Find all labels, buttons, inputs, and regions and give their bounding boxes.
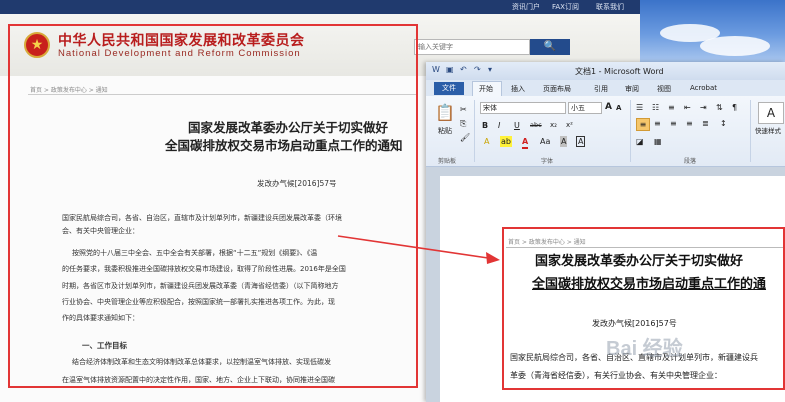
group-separator xyxy=(630,100,631,162)
grow-font-icon[interactable]: A xyxy=(605,102,612,113)
shading-icon[interactable]: ◪ xyxy=(636,136,644,147)
borders-icon[interactable]: ▦ xyxy=(654,136,662,147)
tab-file[interactable]: 文件 xyxy=(434,82,464,95)
tab-insert[interactable]: 插入 xyxy=(511,84,525,94)
clipboard-group-label: 剪贴板 xyxy=(438,158,457,165)
strikethrough-button[interactable]: abc xyxy=(530,120,542,131)
desktop-wallpaper xyxy=(640,0,785,62)
browser-top-bar: 资讯门户 FAX订阅 联系我们 xyxy=(0,0,640,14)
word-window-title: 文档1 - Microsoft Word xyxy=(575,67,664,76)
paste-button-label[interactable]: 粘贴 xyxy=(432,126,458,137)
top-link-portal[interactable]: 资讯门户 xyxy=(512,2,540,12)
tab-review[interactable]: 审阅 xyxy=(625,84,639,94)
superscript-button[interactable]: x² xyxy=(566,120,573,131)
undo-icon[interactable]: ↶ xyxy=(460,65,467,74)
increase-indent-icon[interactable]: ⇥ xyxy=(700,102,707,113)
font-group-label: 字体 xyxy=(541,158,554,165)
search-icon: 🔍 xyxy=(543,41,557,52)
char-border-icon[interactable]: A xyxy=(576,136,586,147)
top-link-contact[interactable]: 联系我们 xyxy=(596,2,624,12)
customize-dropdown-icon[interactable]: ▾ xyxy=(488,65,492,74)
save-icon[interactable]: ▣ xyxy=(446,65,454,74)
font-name-select[interactable]: 宋体 xyxy=(480,102,566,114)
annotation-box-webpage xyxy=(8,24,418,388)
numbering-icon[interactable]: ☷ xyxy=(652,102,659,113)
top-link-fax[interactable]: FAX订阅 xyxy=(552,2,579,12)
shrink-font-icon[interactable]: A xyxy=(616,103,621,114)
redo-icon[interactable]: ↷ xyxy=(474,65,481,74)
cut-icon[interactable]: ✂ xyxy=(460,104,467,115)
group-separator xyxy=(750,100,751,162)
search-button[interactable]: 🔍 xyxy=(530,39,570,55)
tab-acrobat[interactable]: Acrobat xyxy=(690,84,717,92)
distributed-button[interactable]: ≣ xyxy=(702,118,709,129)
change-case-icon[interactable]: Aa xyxy=(540,136,550,147)
align-left-button[interactable]: ≡ xyxy=(636,118,650,131)
font-color-icon[interactable]: A xyxy=(522,136,529,149)
text-effects-icon[interactable]: A xyxy=(484,136,489,147)
copy-icon[interactable]: ⎘ xyxy=(460,118,466,129)
group-separator xyxy=(474,100,475,162)
sort-icon[interactable]: ⇅ xyxy=(716,102,723,113)
char-shading-icon[interactable]: A xyxy=(560,136,568,147)
justify-button[interactable]: ≡ xyxy=(686,118,693,129)
subscript-button[interactable]: x₂ xyxy=(550,120,557,131)
font-size-select[interactable]: 小五 xyxy=(568,102,602,114)
tab-page-layout[interactable]: 页面布局 xyxy=(543,84,571,94)
annotation-box-word xyxy=(502,227,785,390)
bold-button[interactable]: B xyxy=(482,120,488,131)
quick-access-toolbar: W ▣ ↶ ↷ ▾ xyxy=(432,65,512,77)
italic-button[interactable]: I xyxy=(498,120,500,131)
align-right-button[interactable]: ≡ xyxy=(670,118,677,129)
show-marks-icon[interactable]: ¶ xyxy=(732,102,737,113)
quick-styles-label[interactable]: 快速样式 xyxy=(755,126,781,137)
paragraph-group-label: 段落 xyxy=(684,158,697,165)
align-center-button[interactable]: ≡ xyxy=(654,118,661,129)
multilevel-list-icon[interactable]: ≡ xyxy=(668,102,675,113)
bullets-icon[interactable]: ☰ xyxy=(636,102,643,113)
format-painter-icon[interactable]: 🖌 xyxy=(460,132,470,143)
tab-view[interactable]: 视图 xyxy=(657,84,671,94)
highlight-icon[interactable]: ab xyxy=(500,136,512,147)
word-logo-icon: W xyxy=(432,65,440,74)
search-input[interactable] xyxy=(414,39,530,55)
underline-button[interactable]: U xyxy=(514,120,520,131)
decrease-indent-icon[interactable]: ⇤ xyxy=(684,102,691,113)
tab-home[interactable]: 开始 xyxy=(479,84,493,94)
quick-styles-icon[interactable]: A xyxy=(758,102,784,124)
line-spacing-icon[interactable]: ↕ xyxy=(720,118,727,129)
tab-references[interactable]: 引用 xyxy=(594,84,608,94)
cloud xyxy=(700,36,770,56)
paste-icon[interactable]: 📋 xyxy=(434,104,456,122)
